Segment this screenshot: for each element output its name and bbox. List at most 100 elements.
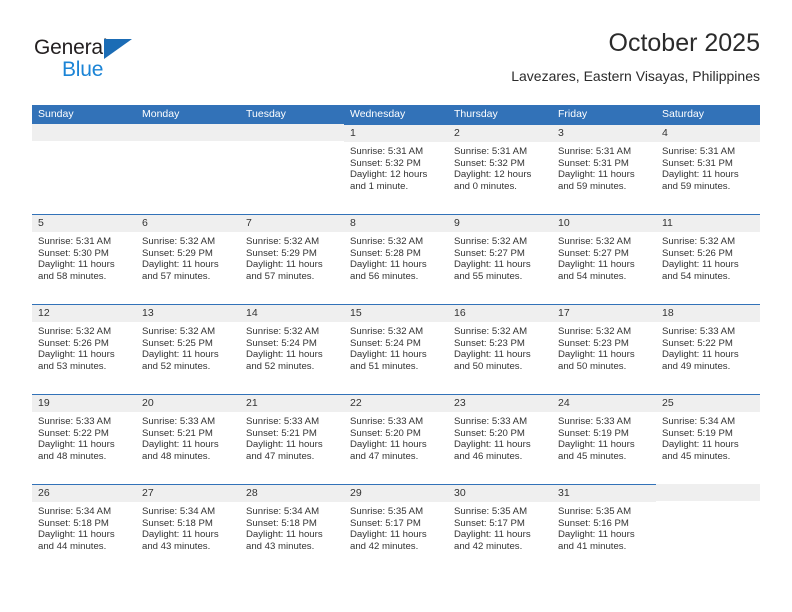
calendar-day-cell[interactable]: 19 Sunrise: 5:33 AM Sunset: 5:22 PM Dayligh… (32, 394, 136, 484)
daylight-text: Daylight: 11 hours and 46 minutes. (454, 439, 531, 462)
day-sun-info: Sunrise: 5:32 AM Sunset: 5:26 PM Daylight:… (32, 322, 136, 372)
sunset-text: Sunset: 5:24 PM (246, 337, 317, 349)
sunset-text: Sunset: 5:22 PM (662, 337, 733, 349)
sunset-text: Sunset: 5:30 PM (38, 247, 109, 259)
calendar-day-cell[interactable]: 13 Sunrise: 5:32 AM Sunset: 5:25 PM Dayligh… (136, 304, 240, 394)
sunset-text: Sunset: 5:31 PM (558, 157, 629, 169)
calendar-day-cell[interactable]: 29 Sunrise: 5:35 AM Sunset: 5:17 PM Dayligh… (344, 484, 448, 574)
page-title: October 2025 (608, 29, 761, 57)
day-sun-info: Sunrise: 5:32 AM Sunset: 5:27 PM Daylight:… (448, 232, 552, 282)
calendar-day-cell[interactable]: 3 Sunrise: 5:31 AM Sunset: 5:31 PM Daylight… (552, 124, 656, 214)
sunrise-text: Sunrise: 5:32 AM (246, 236, 320, 247)
title-block: October 2025 Lavezares, Eastern Visayas,… (511, 28, 760, 85)
day-number: 10 (552, 215, 656, 232)
calendar-day-cell[interactable]: 24 Sunrise: 5:33 AM Sunset: 5:19 PM Dayligh… (552, 394, 656, 484)
sunrise-text: Sunrise: 5:35 AM (454, 506, 528, 517)
day-number: 3 (552, 125, 656, 142)
calendar-day-cell[interactable]: 30 Sunrise: 5:35 AM Sunset: 5:17 PM Dayligh… (448, 484, 552, 574)
calendar-day-cell[interactable]: 8 Sunrise: 5:32 AM Sunset: 5:28 PM Daylight… (344, 214, 448, 304)
calendar-day-cell[interactable]: 25 Sunrise: 5:34 AM Sunset: 5:19 PM Dayligh… (656, 394, 760, 484)
calendar-day-cell[interactable]: 9 Sunrise: 5:32 AM Sunset: 5:27 PM Daylight… (448, 214, 552, 304)
sunrise-text: Sunrise: 5:32 AM (142, 236, 216, 247)
day-number: 19 (32, 395, 136, 412)
daylight-text: Daylight: 11 hours and 47 minutes. (246, 439, 323, 462)
sunset-text: Sunset: 5:26 PM (38, 337, 109, 349)
daylight-text: Daylight: 11 hours and 51 minutes. (350, 349, 427, 372)
sunset-text: Sunset: 5:19 PM (662, 427, 733, 439)
calendar-day-cell[interactable]: 28 Sunrise: 5:34 AM Sunset: 5:18 PM Dayligh… (240, 484, 344, 574)
day-sun-info: Sunrise: 5:32 AM Sunset: 5:26 PM Daylight:… (656, 232, 760, 282)
day-sun-info: Sunrise: 5:35 AM Sunset: 5:17 PM Daylight:… (344, 502, 448, 552)
daylight-text: Daylight: 11 hours and 48 minutes. (38, 439, 115, 462)
day-number (656, 484, 760, 501)
day-sun-info: Sunrise: 5:33 AM Sunset: 5:20 PM Daylight:… (448, 412, 552, 462)
calendar-day-cell[interactable]: 22 Sunrise: 5:33 AM Sunset: 5:20 PM Dayligh… (344, 394, 448, 484)
calendar-day-cell[interactable]: 14 Sunrise: 5:32 AM Sunset: 5:24 PM Dayligh… (240, 304, 344, 394)
calendar-day-cell[interactable]: 26 Sunrise: 5:34 AM Sunset: 5:18 PM Dayligh… (32, 484, 136, 574)
calendar-day-cell[interactable]: 12 Sunrise: 5:32 AM Sunset: 5:26 PM Dayligh… (32, 304, 136, 394)
sunrise-text: Sunrise: 5:34 AM (662, 416, 736, 427)
day-number: 16 (448, 305, 552, 322)
calendar-weeks: 1 Sunrise: 5:31 AM Sunset: 5:32 PM Daylight… (32, 124, 760, 574)
sunset-text: Sunset: 5:29 PM (142, 247, 213, 259)
day-number: 13 (136, 305, 240, 322)
sunrise-text: Sunrise: 5:31 AM (38, 236, 112, 247)
day-number: 28 (240, 485, 344, 502)
calendar-day-cell[interactable]: 17 Sunrise: 5:32 AM Sunset: 5:23 PM Dayligh… (552, 304, 656, 394)
sunrise-text: Sunrise: 5:33 AM (350, 416, 424, 427)
daylight-text: Daylight: 11 hours and 53 minutes. (38, 349, 115, 372)
day-sun-info: Sunrise: 5:31 AM Sunset: 5:32 PM Daylight:… (344, 142, 448, 192)
daylight-text: Daylight: 11 hours and 48 minutes. (142, 439, 219, 462)
day-sun-info: Sunrise: 5:32 AM Sunset: 5:25 PM Daylight:… (136, 322, 240, 372)
calendar-day-cell[interactable]: 11 Sunrise: 5:32 AM Sunset: 5:26 PM Dayligh… (656, 214, 760, 304)
day-sun-info: Sunrise: 5:32 AM Sunset: 5:29 PM Daylight:… (240, 232, 344, 282)
generalblue-logo[interactable]: General Blue (32, 36, 212, 88)
day-sun-info: Sunrise: 5:34 AM Sunset: 5:19 PM Daylight:… (656, 412, 760, 462)
calendar-day-cell[interactable]: 21 Sunrise: 5:33 AM Sunset: 5:21 PM Dayligh… (240, 394, 344, 484)
day-sun-info: Sunrise: 5:33 AM Sunset: 5:21 PM Daylight:… (240, 412, 344, 462)
day-number: 22 (344, 395, 448, 412)
logo-text-blue: Blue (62, 58, 104, 81)
calendar-day-cell-empty (240, 124, 344, 214)
day-number: 9 (448, 215, 552, 232)
daylight-text: Daylight: 11 hours and 50 minutes. (558, 349, 635, 372)
sunset-text: Sunset: 5:18 PM (246, 517, 317, 529)
day-number: 27 (136, 485, 240, 502)
calendar-day-cell[interactable]: 16 Sunrise: 5:32 AM Sunset: 5:23 PM Dayligh… (448, 304, 552, 394)
day-number: 1 (344, 125, 448, 142)
sunrise-text: Sunrise: 5:35 AM (558, 506, 632, 517)
day-sun-info: Sunrise: 5:33 AM Sunset: 5:19 PM Daylight:… (552, 412, 656, 462)
calendar-day-cell[interactable]: 18 Sunrise: 5:33 AM Sunset: 5:22 PM Dayligh… (656, 304, 760, 394)
calendar-day-cell[interactable]: 20 Sunrise: 5:33 AM Sunset: 5:21 PM Dayligh… (136, 394, 240, 484)
calendar-day-cell[interactable]: 5 Sunrise: 5:31 AM Sunset: 5:30 PM Daylight… (32, 214, 136, 304)
calendar-day-cell[interactable]: 15 Sunrise: 5:32 AM Sunset: 5:24 PM Dayligh… (344, 304, 448, 394)
day-sun-info: Sunrise: 5:32 AM Sunset: 5:28 PM Daylight:… (344, 232, 448, 282)
daylight-text: Daylight: 11 hours and 59 minutes. (662, 169, 739, 192)
calendar-day-cell[interactable]: 6 Sunrise: 5:32 AM Sunset: 5:29 PM Daylight… (136, 214, 240, 304)
calendar-day-cell[interactable]: 2 Sunrise: 5:31 AM Sunset: 5:32 PM Daylight… (448, 124, 552, 214)
daylight-text: Daylight: 11 hours and 43 minutes. (246, 529, 323, 552)
sunset-text: Sunset: 5:26 PM (662, 247, 733, 259)
day-number: 26 (32, 485, 136, 502)
day-sun-info: Sunrise: 5:31 AM Sunset: 5:30 PM Daylight:… (32, 232, 136, 282)
calendar-day-cell[interactable]: 27 Sunrise: 5:34 AM Sunset: 5:18 PM Dayligh… (136, 484, 240, 574)
sunrise-text: Sunrise: 5:33 AM (558, 416, 632, 427)
calendar-day-cell[interactable]: 31 Sunrise: 5:35 AM Sunset: 5:16 PM Dayligh… (552, 484, 656, 574)
sunrise-text: Sunrise: 5:32 AM (558, 326, 632, 337)
sunset-text: Sunset: 5:31 PM (662, 157, 733, 169)
calendar-day-cell[interactable]: 1 Sunrise: 5:31 AM Sunset: 5:32 PM Daylight… (344, 124, 448, 214)
day-number: 20 (136, 395, 240, 412)
calendar-day-cell[interactable]: 4 Sunrise: 5:31 AM Sunset: 5:31 PM Daylight… (656, 124, 760, 214)
sunset-text: Sunset: 5:21 PM (142, 427, 213, 439)
day-sun-info: Sunrise: 5:33 AM Sunset: 5:22 PM Daylight:… (32, 412, 136, 462)
calendar-day-cell[interactable]: 10 Sunrise: 5:32 AM Sunset: 5:27 PM Dayligh… (552, 214, 656, 304)
sunset-text: Sunset: 5:17 PM (350, 517, 421, 529)
sunset-text: Sunset: 5:24 PM (350, 337, 421, 349)
sunset-text: Sunset: 5:23 PM (454, 337, 525, 349)
day-number: 25 (656, 395, 760, 412)
calendar-day-cell[interactable]: 7 Sunrise: 5:32 AM Sunset: 5:29 PM Daylight… (240, 214, 344, 304)
sunset-text: Sunset: 5:21 PM (246, 427, 317, 439)
day-number: 30 (448, 485, 552, 502)
calendar-day-cell[interactable]: 23 Sunrise: 5:33 AM Sunset: 5:20 PM Dayligh… (448, 394, 552, 484)
sunset-text: Sunset: 5:32 PM (350, 157, 421, 169)
